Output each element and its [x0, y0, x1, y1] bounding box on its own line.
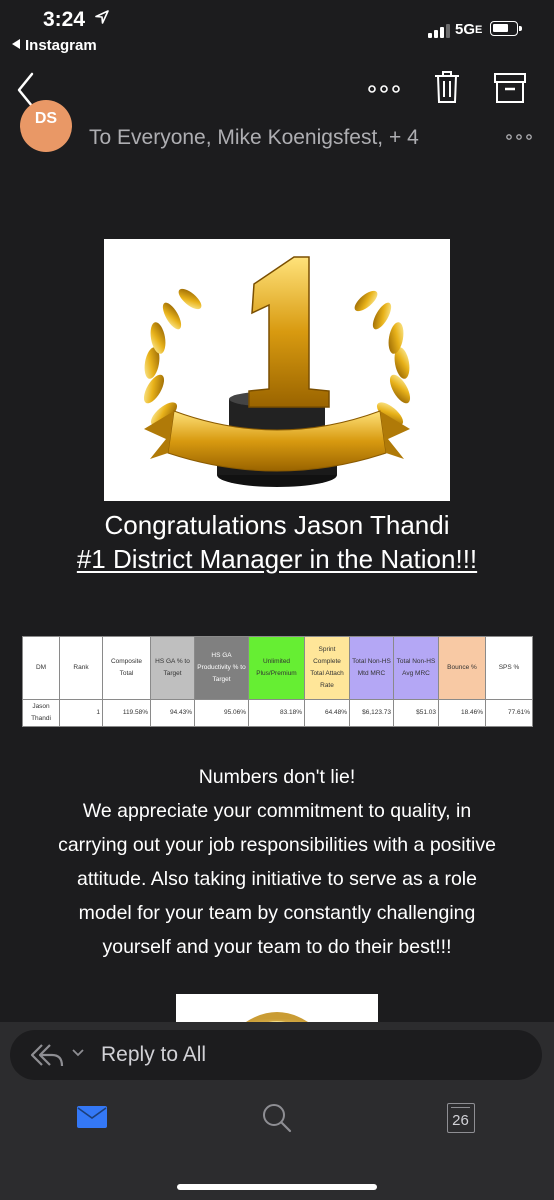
table-header-cell: Unlimited Plus/Premium [248, 636, 305, 700]
table-header-cell: Bounce % [438, 636, 486, 700]
table-header-cell: DM [22, 636, 60, 700]
table-header-cell: SPS % [485, 636, 533, 700]
trophy-partial-icon [246, 1012, 308, 1022]
network-indicator: 5GE [455, 21, 482, 38]
avatar-initials: DS [34, 110, 58, 127]
stats-table-image: DM Rank Composite Total HS GA % to Target HS… [22, 636, 533, 727]
message-line: Numbers don't lie! [198, 766, 356, 788]
table-cell: $51.03 [393, 699, 439, 727]
table-cell: 94.43% [150, 699, 195, 727]
status-bar: 3:24 Instagram 5GE [0, 0, 554, 60]
table-header-cell: Composite Total [102, 636, 151, 700]
back-app-label: Instagram [25, 37, 97, 54]
bottom-tab-bar: 26 [0, 1094, 554, 1200]
back-to-app-link[interactable]: Instagram [12, 37, 97, 54]
stats-table: DM Rank Composite Total HS GA % to Target HS… [22, 636, 533, 727]
table-cell: 119.58% [102, 699, 151, 727]
table-header-row: DM Rank Composite Total HS GA % to Target HS… [22, 636, 533, 700]
chevron-down-icon[interactable] [72, 1049, 84, 1057]
trophy-image [104, 239, 450, 501]
table-cell: Jason Thandi [22, 699, 60, 727]
table-cell: 77.61% [485, 699, 533, 727]
signal-strength-icon [428, 24, 450, 38]
table-header-cell: Total Non-HS Mtd MRC [349, 636, 394, 700]
congratulations-heading: Congratulations Jason Thandi #1 District… [0, 508, 554, 576]
table-cell: 18.46% [438, 699, 486, 727]
recipients-line[interactable]: To Everyone, Mike Koenigsfest, + 4 [89, 126, 419, 150]
battery-icon [490, 21, 522, 36]
location-arrow-icon [95, 10, 109, 24]
sender-avatar[interactable]: DS [20, 100, 72, 152]
table-cell: 83.18% [248, 699, 305, 727]
message-line: We appreciate your commitment to quality… [82, 800, 472, 822]
status-time: 3:24 [43, 8, 86, 31]
table-row: Jason Thandi 1 119.58% 94.43% 95.06% 83.18% 64… [22, 699, 533, 727]
reply-all-icon [30, 1044, 64, 1067]
table-header-cell: HS GA Productivity % to Target [194, 636, 249, 700]
congrats-line-1: Congratulations Jason Thandi [104, 510, 450, 540]
table-header-cell: Rank [59, 636, 103, 700]
message-line: yourself and your team to do their best!… [102, 936, 452, 958]
table-cell: 95.06% [194, 699, 249, 727]
table-header-cell: Total Non-HS Avg MRC [393, 636, 439, 700]
message-body: Congratulations Jason Thandi #1 District… [0, 170, 554, 1022]
back-triangle-icon [12, 39, 20, 49]
message-line: carrying out your job responsibilities w… [58, 834, 496, 856]
reply-all-label: Reply to All [101, 1043, 207, 1066]
table-header-cell: Sprint Complete Total Attach Rate [304, 636, 350, 700]
message-text: Numbers don't lie! We appreciate your com… [0, 760, 554, 964]
calendar-tab-icon[interactable]: 26 [447, 1103, 475, 1133]
congrats-line-2: #1 District Manager in the Nation!!! [76, 544, 478, 574]
number-one-trophy-icon [143, 256, 411, 487]
table-header-cell: HS GA % to Target [150, 636, 195, 700]
search-tab-icon[interactable] [261, 1102, 293, 1134]
table-cell: 1 [59, 699, 103, 727]
archive-icon[interactable] [494, 72, 526, 104]
header-more-icon[interactable] [506, 132, 532, 142]
table-cell: $6,123.73 [349, 699, 394, 727]
mail-tab-icon[interactable] [77, 1106, 107, 1128]
trash-icon[interactable] [433, 70, 461, 104]
second-trophy-image [176, 994, 378, 1022]
message-line: attitude. Also taking initiative to serv… [77, 868, 477, 890]
reply-bar: Reply to All [0, 1022, 554, 1094]
calendar-date: 26 [452, 1112, 469, 1129]
home-indicator [177, 1184, 377, 1190]
message-header: DS To Everyone, Mike Koenigsfest, + 4 [0, 100, 554, 168]
ellipsis-icon[interactable] [366, 74, 402, 104]
table-cell: 64.48% [304, 699, 350, 727]
message-line: model for your team by constantly challe… [78, 902, 476, 924]
network-suffix: E [475, 24, 483, 36]
reply-all-button[interactable]: Reply to All [10, 1030, 542, 1080]
network-label: 5G [455, 21, 476, 38]
battery-level [493, 24, 508, 32]
